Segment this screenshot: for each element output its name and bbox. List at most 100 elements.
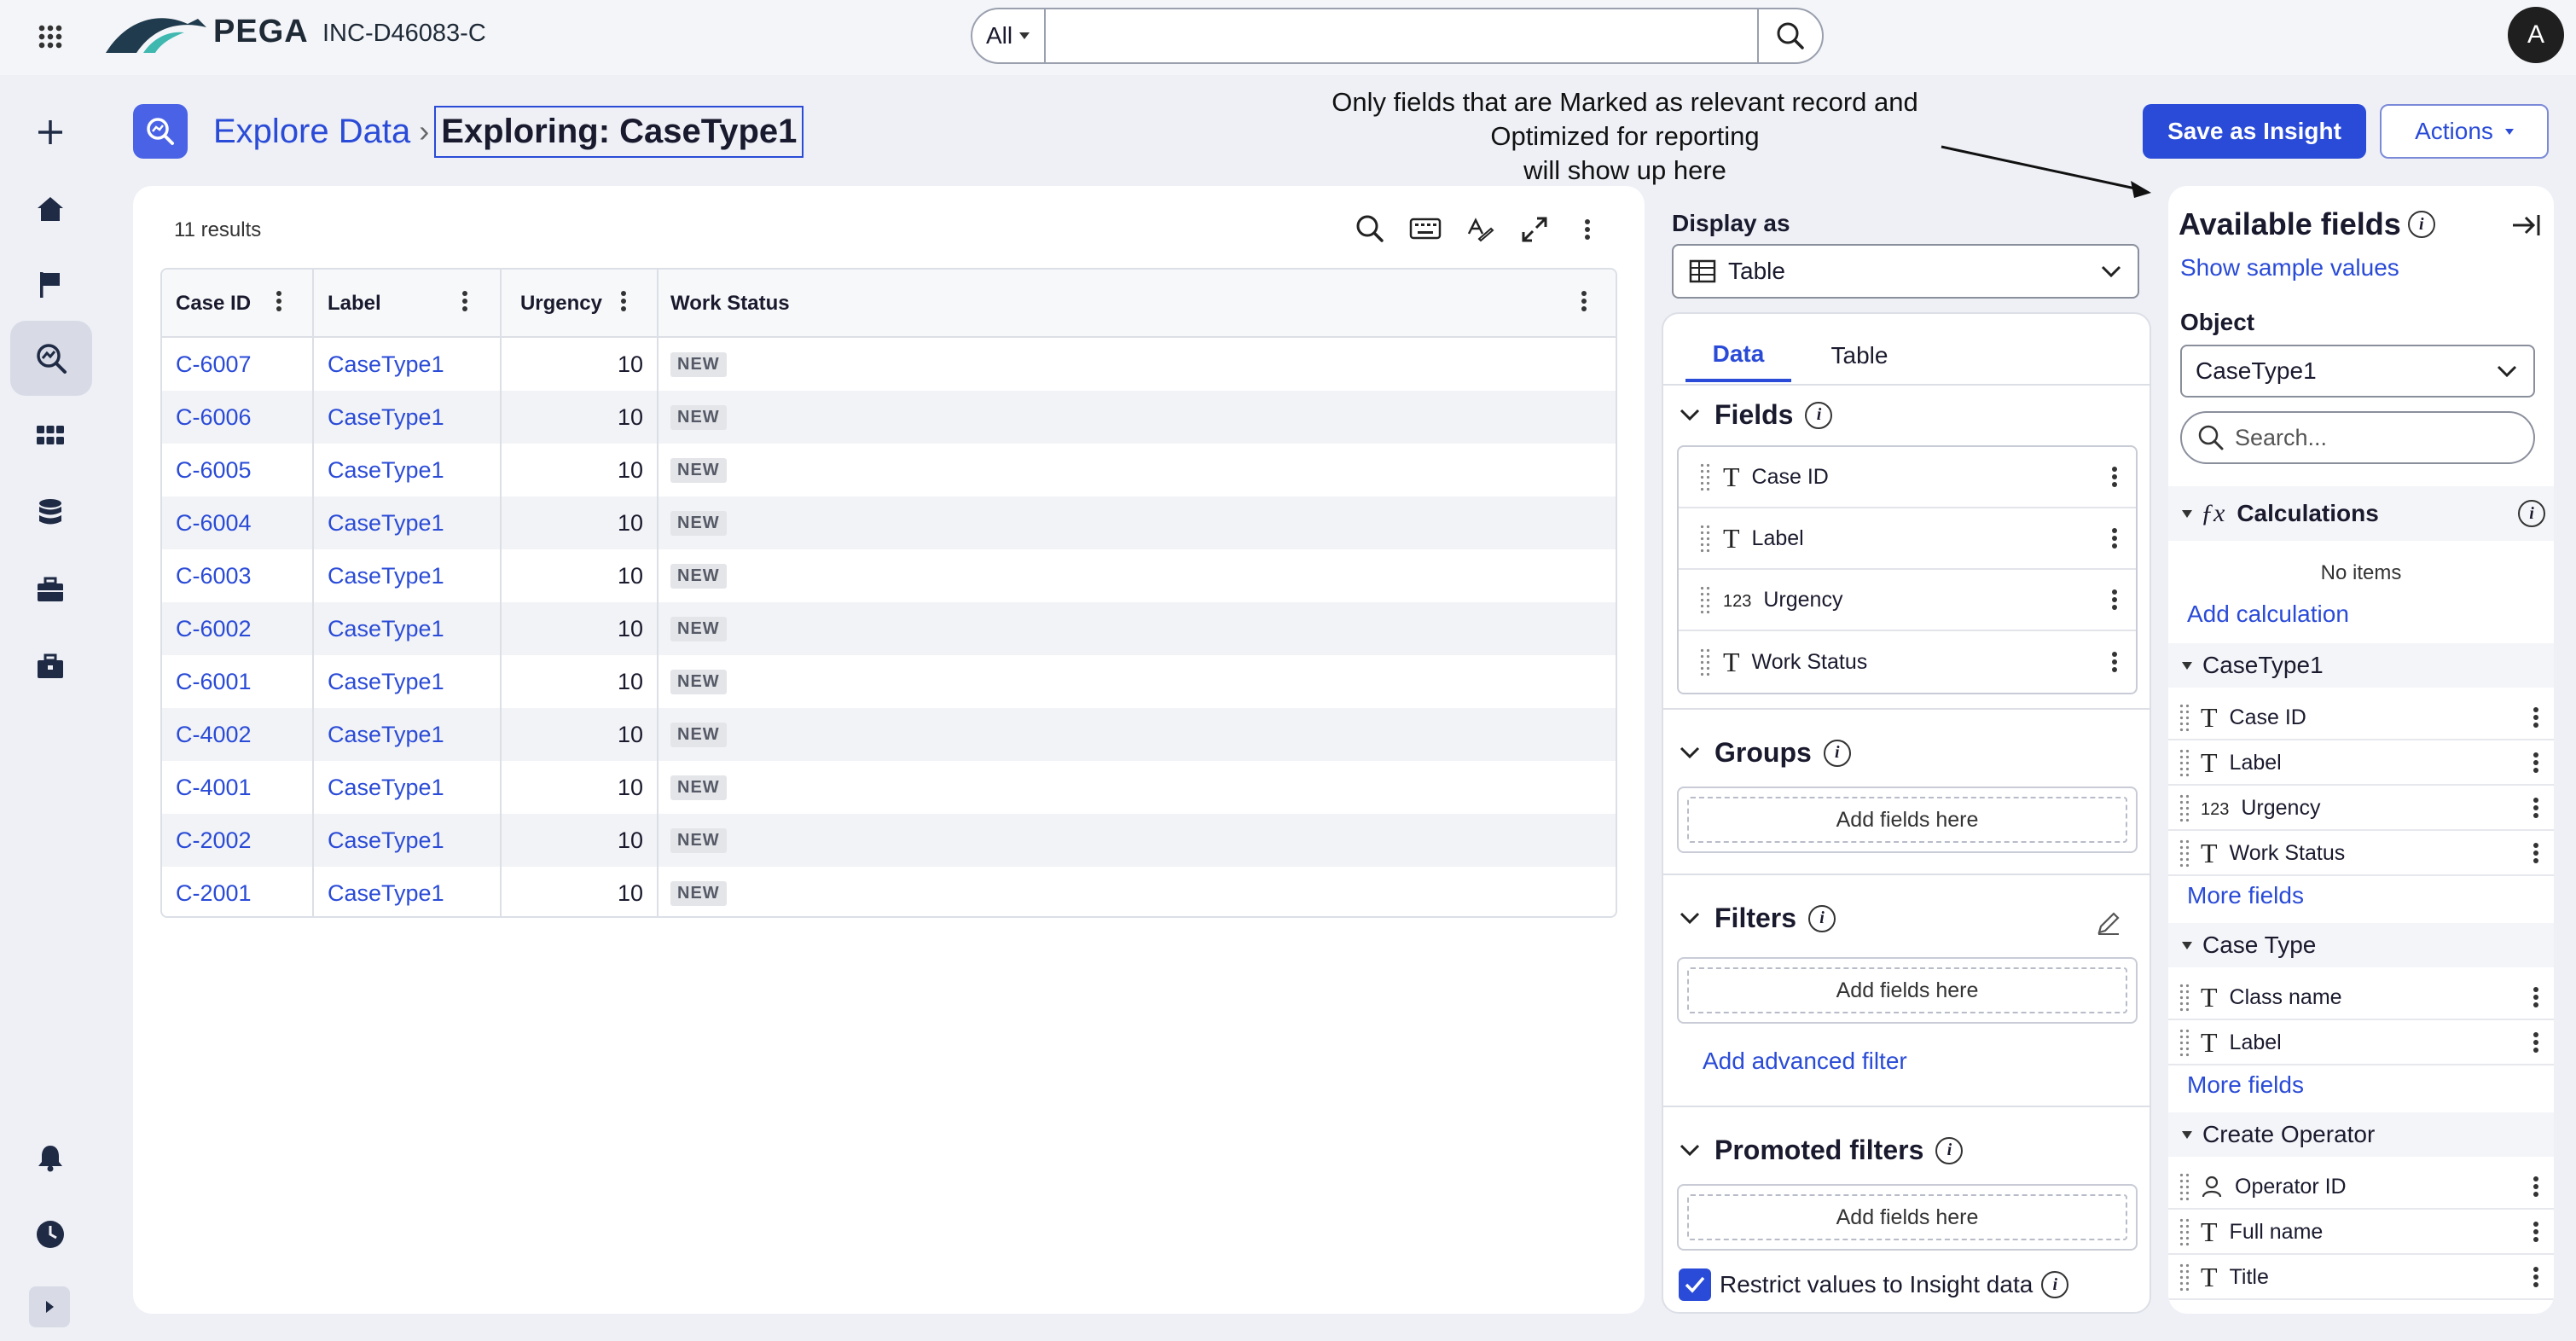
- available-field-item[interactable]: T Title: [2168, 1256, 2554, 1300]
- save-as-insight-button[interactable]: Save as Insight: [2143, 104, 2366, 159]
- clock-icon[interactable]: [22, 1206, 78, 1263]
- field-group-header[interactable]: Create Operator: [2168, 1112, 2554, 1157]
- column-case-id-kebab-icon[interactable]: [276, 288, 281, 314]
- field-menu-icon[interactable]: [2533, 1219, 2538, 1245]
- info-icon[interactable]: i: [2407, 211, 2435, 238]
- field-menu-icon[interactable]: [2533, 984, 2538, 1010]
- case-label-link[interactable]: CaseType1: [328, 602, 444, 655]
- case-label-link[interactable]: CaseType1: [328, 867, 444, 916]
- drag-handle-icon[interactable]: [1699, 585, 1711, 614]
- drag-handle-icon[interactable]: [1699, 462, 1711, 491]
- column-work-status-kebab-icon[interactable]: [1581, 288, 1587, 314]
- field-menu-icon[interactable]: [2533, 705, 2538, 730]
- column-header-work-status[interactable]: Work Status: [670, 270, 926, 338]
- column-label-kebab-icon[interactable]: [462, 288, 467, 314]
- available-field-item[interactable]: 123 Urgency: [2168, 787, 2554, 831]
- case-label-link[interactable]: CaseType1: [328, 655, 444, 708]
- tab-data[interactable]: Data: [1685, 329, 1791, 382]
- case-label-link[interactable]: CaseType1: [328, 338, 444, 391]
- tab-table[interactable]: Table: [1800, 329, 1919, 382]
- selected-field-item[interactable]: T Work Status: [1679, 631, 2136, 693]
- app-launcher-icon[interactable]: [38, 24, 63, 49]
- table-row[interactable]: C-6003 CaseType1 10 NEW: [162, 549, 1616, 602]
- groups-dropzone[interactable]: Add fields here: [1677, 787, 2138, 853]
- case-id-link[interactable]: C-4001: [176, 761, 252, 814]
- briefcase-icon[interactable]: [22, 561, 78, 618]
- expand-nav-button[interactable]: [29, 1286, 70, 1327]
- bell-icon[interactable]: [22, 1129, 78, 1186]
- table-row[interactable]: C-6007 CaseType1 10 NEW: [162, 338, 1616, 391]
- available-field-item[interactable]: Operator ID: [2168, 1165, 2554, 1210]
- info-icon[interactable]: i: [1805, 401, 1833, 429]
- briefcase-alt-icon[interactable]: [22, 638, 78, 694]
- drag-handle-icon[interactable]: [2179, 1263, 2190, 1292]
- info-icon[interactable]: i: [2041, 1271, 2069, 1298]
- case-id-link[interactable]: C-6005: [176, 444, 252, 496]
- add-calculation-link[interactable]: Add calculation: [2187, 601, 2349, 628]
- pega-logo[interactable]: [102, 9, 213, 56]
- table-row[interactable]: C-6001 CaseType1 10 NEW: [162, 655, 1616, 708]
- drag-handle-icon[interactable]: [1699, 524, 1711, 553]
- table-row[interactable]: C-6002 CaseType1 10 NEW: [162, 602, 1616, 655]
- field-group-header[interactable]: CaseType1: [2168, 643, 2554, 688]
- object-select[interactable]: CaseType1: [2180, 345, 2535, 398]
- filters-dropzone[interactable]: Add fields here: [1677, 957, 2138, 1024]
- info-icon[interactable]: i: [2518, 500, 2545, 527]
- field-menu-icon[interactable]: [2533, 840, 2538, 866]
- case-id-link[interactable]: C-6001: [176, 655, 252, 708]
- case-id-link[interactable]: C-2001: [176, 867, 252, 916]
- info-icon[interactable]: i: [1823, 739, 1851, 767]
- case-id-link[interactable]: C-6004: [176, 496, 252, 549]
- apps-grid-icon[interactable]: [22, 408, 78, 464]
- table-row[interactable]: C-6005 CaseType1 10 NEW: [162, 444, 1616, 496]
- case-label-link[interactable]: CaseType1: [328, 814, 444, 867]
- calculations-group-header[interactable]: ƒx Calculations i: [2168, 486, 2554, 541]
- filters-section-header[interactable]: Filters i: [1679, 903, 1836, 934]
- case-label-link[interactable]: CaseType1: [328, 549, 444, 602]
- field-menu-icon[interactable]: [2533, 1030, 2538, 1055]
- drag-handle-icon[interactable]: [2179, 703, 2190, 732]
- promoted-filters-dropzone[interactable]: Add fields here: [1677, 1184, 2138, 1251]
- more-fields-link[interactable]: More fields: [2187, 1071, 2304, 1099]
- available-field-item[interactable]: T Label: [2168, 1021, 2554, 1065]
- field-menu-icon[interactable]: [2112, 464, 2117, 490]
- field-menu-icon[interactable]: [2533, 795, 2538, 821]
- more-fields-link[interactable]: More fields: [2187, 882, 2304, 909]
- create-icon[interactable]: [22, 104, 78, 160]
- page-title[interactable]: Exploring: CaseType1: [434, 105, 804, 158]
- available-field-item[interactable]: T Full name: [2168, 1210, 2554, 1255]
- flag-icon[interactable]: [22, 256, 78, 312]
- explore-data-nav-icon[interactable]: [10, 321, 92, 396]
- selected-field-item[interactable]: 123 Urgency: [1679, 570, 2136, 631]
- column-header-urgency[interactable]: Urgency: [500, 270, 602, 338]
- drag-handle-icon[interactable]: [2179, 1172, 2190, 1201]
- database-icon[interactable]: [22, 485, 78, 541]
- available-field-item[interactable]: T Case ID: [2168, 696, 2554, 740]
- drag-handle-icon[interactable]: [2179, 1217, 2190, 1246]
- column-urgency-kebab-icon[interactable]: [621, 288, 626, 314]
- available-field-item[interactable]: T Work Status: [2168, 832, 2554, 876]
- drag-handle-icon[interactable]: [2179, 839, 2190, 868]
- user-avatar[interactable]: A: [2508, 7, 2564, 63]
- case-label-link[interactable]: CaseType1: [328, 444, 444, 496]
- selected-field-item[interactable]: T Case ID: [1679, 447, 2136, 508]
- case-id-link[interactable]: C-2002: [176, 814, 252, 867]
- keyboard-icon[interactable]: [1409, 217, 1442, 241]
- column-header-label[interactable]: Label: [328, 270, 464, 338]
- home-icon[interactable]: [22, 181, 78, 237]
- table-row[interactable]: C-4001 CaseType1 10 NEW: [162, 761, 1616, 814]
- available-field-item[interactable]: T Label: [2168, 741, 2554, 786]
- add-advanced-filter-link[interactable]: Add advanced filter: [1703, 1048, 1907, 1075]
- groups-section-header[interactable]: Groups i: [1679, 737, 1851, 769]
- search-button[interactable]: [1757, 8, 1824, 64]
- field-menu-icon[interactable]: [2533, 1174, 2538, 1199]
- restrict-values-checkbox[interactable]: [1679, 1268, 1711, 1301]
- table-search-icon[interactable]: [1355, 213, 1385, 244]
- drag-handle-icon[interactable]: [2179, 1028, 2190, 1057]
- case-id-link[interactable]: C-6002: [176, 602, 252, 655]
- actions-button[interactable]: Actions: [2380, 104, 2549, 159]
- display-as-select[interactable]: Table: [1672, 244, 2139, 299]
- table-row[interactable]: C-6006 CaseType1 10 NEW: [162, 391, 1616, 444]
- global-search-input[interactable]: [1044, 8, 1759, 64]
- table-row[interactable]: C-2001 CaseType1 10 NEW: [162, 867, 1616, 916]
